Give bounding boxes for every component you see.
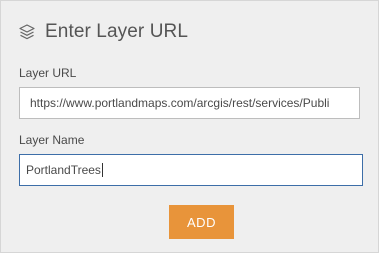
panel-header: Enter Layer URL	[18, 18, 188, 46]
enter-layer-url-panel: Enter Layer URL Layer URL https://www.po…	[0, 0, 379, 253]
text-caret	[101, 163, 103, 177]
layer-url-input[interactable]: https://www.portlandmaps.com/arcgis/rest…	[19, 87, 360, 119]
page-title: Enter Layer URL	[45, 21, 189, 42]
add-button[interactable]: ADD	[169, 205, 234, 239]
layer-url-label: Layer URL	[19, 66, 77, 80]
layer-name-label: Layer Name	[19, 133, 85, 147]
layer-name-value: PortlandTrees	[26, 163, 101, 177]
layer-name-input[interactable]: PortlandTrees	[19, 154, 363, 186]
layers-icon	[18, 23, 36, 41]
layer-url-value: https://www.portlandmaps.com/arcgis/rest…	[30, 96, 330, 110]
